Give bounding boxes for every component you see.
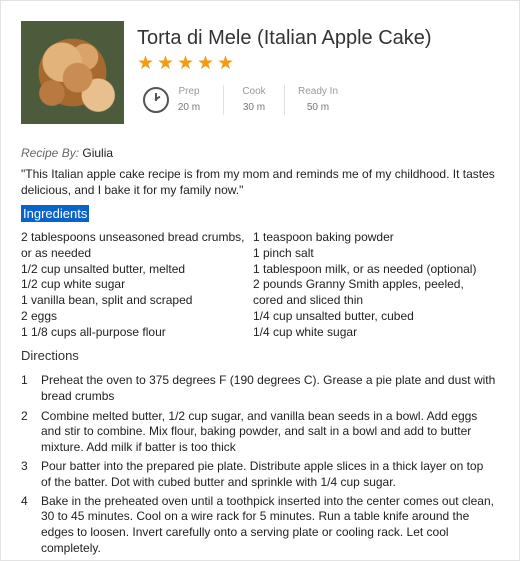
step-text: Pour batter into the prepared pie plate.… [41,458,484,489]
ingredient-item: 1 1/8 cups all-purpose flour [21,324,166,339]
recipe-author: Recipe By: Giulia [21,146,113,160]
recipe-photo[interactable] [21,21,124,124]
star-icon: ★ [197,53,215,74]
step-number: 2 [21,408,28,423]
ingredients-list-right: 1 teaspoon baking powder 1 pinch salt 1 … [253,230,493,341]
ingredient-item: 1/4 cup unsalted butter, cubed [253,308,414,323]
ingredients-heading: Ingredients [21,205,90,222]
recipe-title: Torta di Mele (Italian Apple Cake) [137,27,432,49]
cook-value: 30 m [242,102,266,113]
ingredient-item: 2 pounds Granny Smith apples, peeled, co… [253,277,464,308]
star-icon: ★ [217,53,235,74]
ready-value: 50 m [306,102,330,113]
ingredients-list-left: 2 tablespoons unseasoned bread crumbs, o… [21,230,249,341]
ingredient-item: 1 teaspoon baking powder [253,230,394,244]
recipe-description: "This Italian apple cake recipe is from … [21,167,495,197]
step-number: 1 [21,373,28,387]
step-text: Preheat the oven to 375 degrees F (190 d… [41,373,496,403]
step-text: Bake in the preheated oven until a tooth… [41,493,494,555]
direction-step: 4 Bake in the preheated oven until a too… [21,494,496,557]
step-text: Combine melted butter, 1/2 cup sugar, an… [41,408,478,455]
star-icon: ★ [157,53,175,74]
direction-step: 3 Pour batter into the prepared pie plat… [21,459,496,491]
author-name[interactable]: Giulia [82,146,113,160]
step-number: 3 [21,458,28,473]
ingredient-item: 1/2 cup unsalted butter, melted [21,261,186,276]
prep-time: Prep 20 m [161,86,217,113]
directions-heading: Directions [21,348,79,363]
ingredient-item: 1 vanilla bean, split and scraped [21,293,193,308]
ingredient-item: 1 tablespoon milk, or as needed (optiona… [253,261,477,276]
direction-step: 2 Combine melted butter, 1/2 cup sugar, … [21,409,496,456]
star-icon: ★ [177,53,195,74]
direction-step: 1 Preheat the oven to 375 degrees F (190… [21,373,496,405]
recipe-by-label: Recipe By: [21,146,80,160]
divider [284,85,285,115]
ingredient-item: 1/4 cup white sugar [253,324,358,339]
divider [223,85,224,115]
cook-label: Cook [242,86,266,97]
ingredient-item: 2 tablespoons unseasoned bread crumbs, o… [21,230,245,260]
step-number: 4 [21,493,28,508]
cook-time: Cook 30 m [226,86,282,113]
ingredient-item: 1/2 cup white sugar [21,277,126,292]
ready-time: Ready In 50 m [290,86,346,113]
ingredient-item: 2 eggs [21,308,58,323]
ingredient-item: 1 pinch salt [253,245,314,260]
recipe-card: Torta di Mele (Italian Apple Cake) ★ ★ ★… [0,0,520,561]
directions-list: 1 Preheat the oven to 375 degrees F (190… [21,373,496,557]
star-icon: ★ [137,53,155,74]
prep-label: Prep [178,86,200,97]
prep-value: 20 m [177,102,201,113]
rating-stars: ★ ★ ★ ★ ★ [137,53,235,74]
ready-label: Ready In [297,86,339,97]
